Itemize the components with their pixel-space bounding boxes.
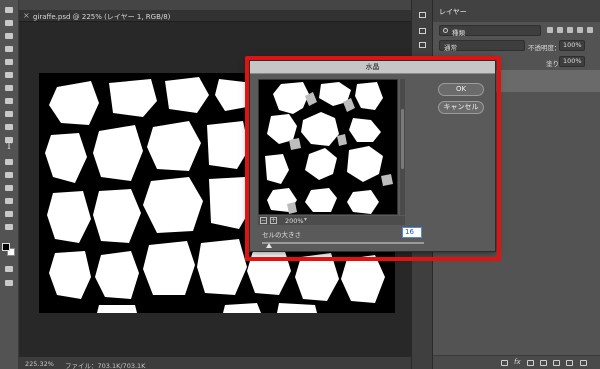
stamp-icon[interactable] — [2, 108, 16, 119]
shape-icon[interactable] — [2, 169, 16, 180]
adjustments-panel-icon[interactable] — [417, 40, 428, 49]
history-panel-icon[interactable] — [417, 10, 428, 19]
shape-filter-icon[interactable] — [577, 27, 583, 33]
document-title: giraffe.psd @ 225% (レイヤー 1, RGB/8) — [33, 13, 171, 21]
add-mask-icon[interactable] — [527, 360, 534, 366]
blend-mode-label: 通常 — [444, 44, 457, 52]
path-select-icon[interactable] — [2, 156, 16, 167]
adjustment-layer-icon[interactable] — [540, 360, 547, 366]
dodge-icon[interactable] — [2, 221, 16, 232]
fill-input[interactable]: 100% — [559, 56, 585, 67]
type-filter-icon[interactable] — [567, 27, 573, 33]
blend-opacity-row: 通常 不透明度： 100% — [439, 40, 594, 52]
group-folder-icon[interactable] — [553, 360, 560, 366]
marquee-icon[interactable] — [2, 17, 16, 28]
crop-icon[interactable] — [2, 56, 16, 67]
zoom-icon[interactable] — [2, 208, 16, 219]
kind-filter-select[interactable]: 種類 — [439, 25, 541, 37]
panel-header: レイヤー — [433, 0, 600, 22]
kind-filter-label: 種類 — [452, 29, 465, 37]
status-bar: 225.32% ファイル：703.1K/703.1K — [19, 356, 411, 369]
zoom-level[interactable]: 225.32% — [25, 360, 54, 368]
smart-object-filter-icon[interactable] — [587, 27, 593, 33]
layers-footer: fx — [433, 355, 600, 369]
search-icon — [443, 28, 448, 33]
trash-icon[interactable] — [580, 360, 587, 366]
adjustment-filter-icon[interactable] — [557, 27, 563, 33]
opacity-input[interactable]: 100% — [559, 40, 585, 51]
type-icon[interactable]: T — [2, 142, 16, 153]
options-bar — [19, 0, 411, 10]
document-tab[interactable]: × giraffe.psd @ 225% (レイヤー 1, RGB/8) — [19, 10, 411, 22]
foreground-color-swatch[interactable] — [2, 243, 10, 251]
lasso-icon[interactable] — [2, 30, 16, 41]
tab-layers[interactable]: レイヤー — [439, 7, 467, 17]
blend-mode-select[interactable]: 通常 — [439, 40, 525, 52]
history-brush-icon[interactable] — [2, 121, 16, 132]
opacity-label: 不透明度： — [528, 44, 561, 52]
quick-mask-icon[interactable] — [2, 263, 16, 274]
tools-panel: T — [0, 0, 19, 369]
hand-icon[interactable] — [2, 195, 16, 206]
close-tab-icon[interactable]: × — [23, 11, 30, 20]
link-layers-icon[interactable] — [501, 360, 508, 366]
fx-icon[interactable]: fx — [514, 358, 521, 366]
properties-panel-icon[interactable] — [417, 26, 428, 35]
healing-icon[interactable] — [2, 82, 16, 93]
screen-mode-icon[interactable] — [2, 277, 16, 288]
new-layer-icon[interactable] — [566, 360, 573, 366]
file-size-info: ファイル：703.1K/703.1K — [65, 362, 146, 369]
blur-icon[interactable] — [2, 182, 16, 193]
move-icon[interactable] — [2, 4, 16, 15]
highlight-frame — [245, 56, 501, 261]
eyedropper-icon[interactable] — [2, 69, 16, 80]
brush-icon[interactable] — [2, 95, 16, 106]
quick-select-icon[interactable] — [2, 43, 16, 54]
layer-filter-row: 種類 — [439, 25, 594, 37]
pixel-filter-icon[interactable] — [547, 27, 553, 33]
